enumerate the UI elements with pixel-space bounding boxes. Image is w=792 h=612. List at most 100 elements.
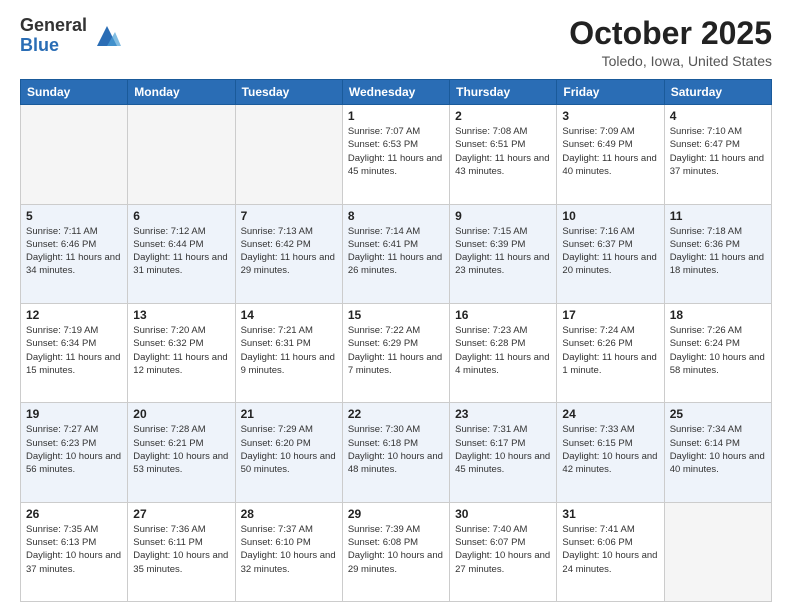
month-title: October 2025 xyxy=(569,16,772,51)
day-number: 19 xyxy=(26,407,122,421)
col-thursday: Thursday xyxy=(450,80,557,105)
calendar-week-row: 12Sunrise: 7:19 AM Sunset: 6:34 PM Dayli… xyxy=(21,303,772,402)
day-number: 17 xyxy=(562,308,658,322)
table-row: 18Sunrise: 7:26 AM Sunset: 6:24 PM Dayli… xyxy=(664,303,771,402)
table-row: 11Sunrise: 7:18 AM Sunset: 6:36 PM Dayli… xyxy=(664,204,771,303)
table-row: 30Sunrise: 7:40 AM Sunset: 6:07 PM Dayli… xyxy=(450,502,557,601)
day-info: Sunrise: 7:35 AM Sunset: 6:13 PM Dayligh… xyxy=(26,523,122,576)
day-info: Sunrise: 7:10 AM Sunset: 6:47 PM Dayligh… xyxy=(670,125,766,178)
table-row: 29 Sunrise: 7:39 AM Sunset: 6:08 PM Dayli… xyxy=(342,502,449,601)
table-row: 17 Sunrise: 7:24 AM Sunset: 6:26 PM Dayli… xyxy=(557,303,664,402)
day-info: Sunrise: 7:13 AM Sunset: 6:42 PM Dayligh… xyxy=(241,225,337,278)
day-info: Sunrise: 7:36 AM Sunset: 6:11 PM Dayligh… xyxy=(133,523,229,576)
day-number: 11 xyxy=(670,209,766,223)
logo-text: General Blue xyxy=(20,16,87,56)
table-row: 16Sunrise: 7:23 AM Sunset: 6:28 PM Dayli… xyxy=(450,303,557,402)
day-number: 4 xyxy=(670,109,766,123)
table-row: 15 Sunrise: 7:22 AM Sunset: 6:29 PM Dayli… xyxy=(342,303,449,402)
day-number: 2 xyxy=(455,109,551,123)
calendar-week-row: 19 Sunrise: 7:27 AM Sunset: 6:23 PM Dayli… xyxy=(21,403,772,502)
day-info: Sunrise: 7:34 AM Sunset: 6:14 PM Dayligh… xyxy=(670,423,766,476)
day-info: Sunrise: 7:08 AM Sunset: 6:51 PM Dayligh… xyxy=(455,125,551,178)
day-number: 9 xyxy=(455,209,551,223)
table-row: 14 Sunrise: 7:21 AM Sunset: 6:31 PM Dayli… xyxy=(235,303,342,402)
col-tuesday: Tuesday xyxy=(235,80,342,105)
day-info: Sunrise: 7:07 AM Sunset: 6:53 PM Dayligh… xyxy=(348,125,444,178)
day-number: 25 xyxy=(670,407,766,421)
day-number: 16 xyxy=(455,308,551,322)
table-row xyxy=(21,105,128,204)
day-number: 28 xyxy=(241,507,337,521)
day-info: Sunrise: 7:30 AM Sunset: 6:18 PM Dayligh… xyxy=(348,423,444,476)
calendar-header-row: Sunday Monday Tuesday Wednesday Thursday… xyxy=(21,80,772,105)
table-row: 7 Sunrise: 7:13 AM Sunset: 6:42 PM Daylig… xyxy=(235,204,342,303)
day-info: Sunrise: 7:39 AM Sunset: 6:08 PM Dayligh… xyxy=(348,523,444,576)
col-saturday: Saturday xyxy=(664,80,771,105)
table-row: 5Sunrise: 7:11 AM Sunset: 6:46 PM Daylig… xyxy=(21,204,128,303)
day-info: Sunrise: 7:24 AM Sunset: 6:26 PM Dayligh… xyxy=(562,324,658,377)
table-row: 3Sunrise: 7:09 AM Sunset: 6:49 PM Daylig… xyxy=(557,105,664,204)
calendar-week-row: 26 Sunrise: 7:35 AM Sunset: 6:13 PM Dayli… xyxy=(21,502,772,601)
day-info: Sunrise: 7:41 AM Sunset: 6:06 PM Dayligh… xyxy=(562,523,658,576)
table-row: 9Sunrise: 7:15 AM Sunset: 6:39 PM Daylig… xyxy=(450,204,557,303)
day-info: Sunrise: 7:16 AM Sunset: 6:37 PM Dayligh… xyxy=(562,225,658,278)
day-number: 22 xyxy=(348,407,444,421)
table-row: 24Sunrise: 7:33 AM Sunset: 6:15 PM Dayli… xyxy=(557,403,664,502)
day-number: 31 xyxy=(562,507,658,521)
col-monday: Monday xyxy=(128,80,235,105)
table-row: 10 Sunrise: 7:16 AM Sunset: 6:37 PM Dayli… xyxy=(557,204,664,303)
table-row: 2 Sunrise: 7:08 AM Sunset: 6:51 PM Daylig… xyxy=(450,105,557,204)
day-info: Sunrise: 7:09 AM Sunset: 6:49 PM Dayligh… xyxy=(562,125,658,178)
day-number: 14 xyxy=(241,308,337,322)
day-number: 18 xyxy=(670,308,766,322)
table-row: 31 Sunrise: 7:41 AM Sunset: 6:06 PM Dayli… xyxy=(557,502,664,601)
day-number: 7 xyxy=(241,209,337,223)
day-number: 5 xyxy=(26,209,122,223)
table-row: 8 Sunrise: 7:14 AM Sunset: 6:41 PM Daylig… xyxy=(342,204,449,303)
table-row: 6 Sunrise: 7:12 AM Sunset: 6:44 PM Daylig… xyxy=(128,204,235,303)
day-info: Sunrise: 7:31 AM Sunset: 6:17 PM Dayligh… xyxy=(455,423,551,476)
header: General Blue October 2025 Toledo, Iowa, … xyxy=(20,16,772,69)
page: General Blue October 2025 Toledo, Iowa, … xyxy=(0,0,792,612)
day-number: 27 xyxy=(133,507,229,521)
day-number: 10 xyxy=(562,209,658,223)
table-row: 28Sunrise: 7:37 AM Sunset: 6:10 PM Dayli… xyxy=(235,502,342,601)
col-sunday: Sunday xyxy=(21,80,128,105)
day-info: Sunrise: 7:20 AM Sunset: 6:32 PM Dayligh… xyxy=(133,324,229,377)
col-friday: Friday xyxy=(557,80,664,105)
day-number: 8 xyxy=(348,209,444,223)
table-row xyxy=(128,105,235,204)
day-number: 29 xyxy=(348,507,444,521)
day-info: Sunrise: 7:22 AM Sunset: 6:29 PM Dayligh… xyxy=(348,324,444,377)
logo-icon xyxy=(93,22,121,50)
day-number: 23 xyxy=(455,407,551,421)
logo-blue: Blue xyxy=(20,36,87,56)
day-info: Sunrise: 7:19 AM Sunset: 6:34 PM Dayligh… xyxy=(26,324,122,377)
table-row: 27 Sunrise: 7:36 AM Sunset: 6:11 PM Dayli… xyxy=(128,502,235,601)
day-info: Sunrise: 7:29 AM Sunset: 6:20 PM Dayligh… xyxy=(241,423,337,476)
day-info: Sunrise: 7:40 AM Sunset: 6:07 PM Dayligh… xyxy=(455,523,551,576)
table-row: 26 Sunrise: 7:35 AM Sunset: 6:13 PM Dayli… xyxy=(21,502,128,601)
day-info: Sunrise: 7:27 AM Sunset: 6:23 PM Dayligh… xyxy=(26,423,122,476)
table-row: 19 Sunrise: 7:27 AM Sunset: 6:23 PM Dayli… xyxy=(21,403,128,502)
day-info: Sunrise: 7:12 AM Sunset: 6:44 PM Dayligh… xyxy=(133,225,229,278)
day-info: Sunrise: 7:14 AM Sunset: 6:41 PM Dayligh… xyxy=(348,225,444,278)
day-number: 13 xyxy=(133,308,229,322)
day-info: Sunrise: 7:21 AM Sunset: 6:31 PM Dayligh… xyxy=(241,324,337,377)
table-row xyxy=(664,502,771,601)
table-row: 13 Sunrise: 7:20 AM Sunset: 6:32 PM Dayli… xyxy=(128,303,235,402)
logo-general: General xyxy=(20,16,87,36)
day-number: 15 xyxy=(348,308,444,322)
title-area: October 2025 Toledo, Iowa, United States xyxy=(569,16,772,69)
table-row xyxy=(235,105,342,204)
day-info: Sunrise: 7:33 AM Sunset: 6:15 PM Dayligh… xyxy=(562,423,658,476)
day-info: Sunrise: 7:28 AM Sunset: 6:21 PM Dayligh… xyxy=(133,423,229,476)
day-number: 26 xyxy=(26,507,122,521)
table-row: 12Sunrise: 7:19 AM Sunset: 6:34 PM Dayli… xyxy=(21,303,128,402)
calendar-table: Sunday Monday Tuesday Wednesday Thursday… xyxy=(20,79,772,602)
calendar-week-row: 1Sunrise: 7:07 AM Sunset: 6:53 PM Daylig… xyxy=(21,105,772,204)
location: Toledo, Iowa, United States xyxy=(569,53,772,69)
table-row: 1Sunrise: 7:07 AM Sunset: 6:53 PM Daylig… xyxy=(342,105,449,204)
table-row: 25 Sunrise: 7:34 AM Sunset: 6:14 PM Dayli… xyxy=(664,403,771,502)
day-number: 6 xyxy=(133,209,229,223)
